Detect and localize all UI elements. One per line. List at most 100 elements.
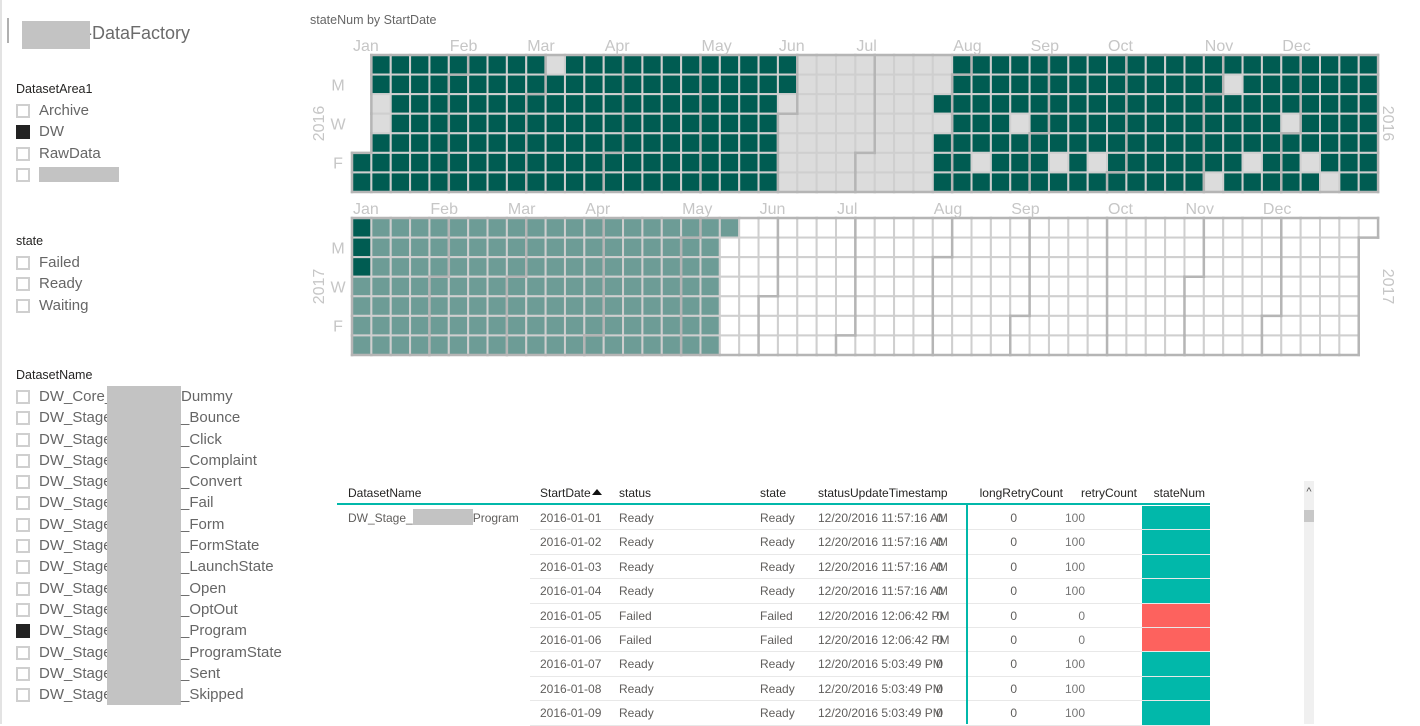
column-header-retry-count[interactable]: retryCount (1081, 484, 1137, 502)
cell-state: Ready (760, 559, 795, 574)
state-num-background (1142, 579, 1210, 603)
column-header-state-num[interactable]: stateNum (1154, 484, 1205, 502)
row-separator (530, 724, 1210, 726)
dataset-prefix: DW_Stage_ (348, 511, 413, 525)
column-header-label: retryCount (1080, 486, 1137, 500)
table-row[interactable]: 2016-01-03 Ready Ready 12/20/2016 11:57:16 … (0, 554, 1300, 580)
table-row[interactable]: 2016-01-02 Ready Ready 12/20/2016 11:57:16 … (0, 530, 1300, 555)
column-header-state[interactable]: state (760, 484, 786, 502)
cell-status-update-timestamp: 12/20/2016 11:57:16 AM (818, 559, 948, 574)
cell-state: Ready (760, 657, 795, 672)
cell-retry-count: 0 (1010, 535, 1017, 550)
state-num-background (1142, 530, 1210, 554)
cell-retry-count: 0 (1010, 681, 1017, 696)
cell-retry-count: 0 (1010, 633, 1017, 647)
table-row[interactable]: 2016-01-08 Ready Ready 12/20/2016 5:03:49 P… (0, 676, 1300, 702)
cell-status-update-timestamp: 12/20/2016 5:03:49 PM (818, 657, 943, 672)
cell-retry-count: 0 (1010, 657, 1017, 672)
cell-retry-count: 0 (1010, 511, 1017, 525)
column-header-label: status (619, 486, 652, 500)
cell-status: Ready (619, 559, 654, 574)
column-header-long-retry-count[interactable]: longRetryCount (980, 484, 1063, 502)
data-table: DatasetName StartDate status state statusUpd… (0, 0, 1420, 726)
cell-status-update-timestamp: 12/20/2016 11:57:16 AM (818, 511, 948, 525)
cell-status-update-timestamp: 12/20/2016 12:06:42 PM (818, 633, 950, 647)
cell-status: Ready (619, 511, 654, 525)
cell-state-num: 100 (1064, 511, 1085, 525)
cell-retry-count: 0 (1010, 608, 1017, 623)
cell-long-retry-count: 0 (936, 559, 943, 574)
cell-start-date: 2016-01-01 (540, 511, 602, 525)
state-num-background (1142, 554, 1210, 579)
cell-status: Failed (619, 608, 652, 623)
state-num-background (1142, 603, 1210, 627)
cell-dataset-name: DW_Stage_ Program (348, 506, 519, 530)
column-header-label: state (760, 486, 787, 500)
cell-long-retry-count: 0 (936, 608, 943, 623)
table-row[interactable]: 2016-01-06 Failed Failed 12/20/2016 12:06:4… (0, 628, 1300, 653)
title-redacted-block (22, 21, 90, 49)
state-num-background (1142, 652, 1210, 676)
cell-retry-count: 0 (1010, 559, 1017, 574)
column-header-label: statusUpdateTimestamp (818, 486, 948, 500)
cell-start-date: 2016-01-05 (540, 608, 602, 623)
cell-start-date: 2016-01-02 (540, 535, 602, 550)
cell-state: Ready (760, 681, 795, 696)
cell-status-update-timestamp: 12/20/2016 5:03:49 PM (818, 706, 943, 721)
table-header-underline (337, 503, 1210, 505)
cell-status: Ready (619, 535, 654, 550)
state-num-background (1142, 506, 1210, 530)
cell-start-date: 2016-01-09 (540, 706, 602, 721)
cell-long-retry-count: 0 (936, 681, 943, 696)
cell-state-num: 100 (1064, 535, 1085, 550)
table-row[interactable]: DW_Stage_ Program 2016-01-01 Ready Ready 12/2… (0, 506, 1300, 531)
sort-ascending-icon (591, 489, 602, 495)
table-column-divider (966, 505, 968, 724)
cell-start-date: 2016-01-04 (540, 584, 602, 599)
scrollbar-thumb[interactable] (1304, 510, 1314, 522)
cell-start-date: 2016-01-06 (540, 633, 602, 647)
cell-status: Ready (619, 706, 654, 721)
report-title: -DataFactory (86, 23, 191, 43)
scroll-up-icon[interactable]: ^ (1304, 485, 1314, 499)
table-row[interactable]: 2016-01-07 Ready Ready 12/20/2016 5:03:49 P… (0, 652, 1300, 677)
cell-state: Failed (760, 633, 793, 647)
cell-status: Ready (619, 584, 654, 599)
cell-long-retry-count: 0 (936, 706, 943, 721)
cell-start-date: 2016-01-08 (540, 681, 602, 696)
cell-long-retry-count: 0 (936, 535, 943, 550)
cell-state-num: 100 (1064, 657, 1085, 672)
column-header-label: longRetryCount (979, 486, 1063, 500)
dataset-suffix: Program (472, 511, 519, 525)
cell-start-date: 2016-01-07 (540, 657, 602, 672)
cell-retry-count: 0 (1010, 584, 1017, 599)
column-header-status[interactable]: status (619, 484, 651, 502)
cell-state: Ready (760, 511, 795, 525)
cell-state-num: 0 (1078, 633, 1085, 647)
cell-long-retry-count: 0 (936, 584, 943, 599)
cell-state: Ready (760, 584, 795, 599)
cell-status-update-timestamp: 12/20/2016 11:57:16 AM (818, 535, 948, 550)
redacted-block (412, 509, 473, 526)
cell-retry-count: 0 (1010, 706, 1017, 721)
state-num-background (1142, 676, 1210, 701)
table-row[interactable]: 2016-01-05 Failed Failed 12/20/2016 12:06:4… (0, 603, 1300, 628)
cell-start-date: 2016-01-03 (540, 559, 602, 574)
cell-status: Ready (619, 657, 654, 672)
cell-status-update-timestamp: 12/20/2016 11:57:16 AM (818, 584, 948, 599)
state-num-background (1142, 701, 1210, 725)
cell-status: Failed (619, 633, 652, 647)
column-header-status-update-timestamp[interactable]: statusUpdateTimestamp (818, 484, 948, 502)
cell-state-num: 0 (1078, 608, 1085, 623)
cell-state: Ready (760, 706, 795, 721)
cell-state: Ready (760, 535, 795, 550)
cell-status-update-timestamp: 12/20/2016 5:03:49 PM (818, 681, 943, 696)
cell-state-num: 100 (1064, 559, 1085, 574)
cell-state-num: 100 (1064, 706, 1085, 721)
table-row[interactable]: 2016-01-09 Ready Ready 12/20/2016 5:03:49 P… (0, 701, 1300, 726)
state-num-background (1142, 628, 1210, 652)
column-header-start-date[interactable]: StartDate (540, 484, 602, 502)
table-row[interactable]: 2016-01-04 Ready Ready 12/20/2016 11:57:16 … (0, 579, 1300, 604)
cell-status: Ready (619, 681, 654, 696)
column-header-dataset-name[interactable]: DatasetName (348, 484, 421, 502)
